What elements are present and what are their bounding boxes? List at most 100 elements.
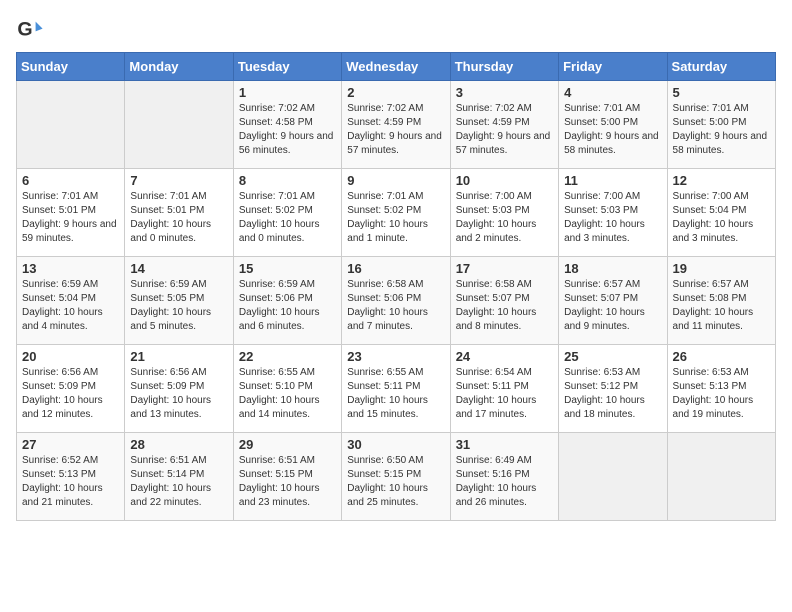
day-number: 29 — [239, 437, 336, 452]
day-info: Sunrise: 6:55 AM Sunset: 5:10 PM Dayligh… — [239, 366, 336, 422]
day-number: 5 — [673, 85, 770, 100]
calendar-cell: 11 Sunrise: 7:00 AM Sunset: 5:03 PM Dayli… — [559, 169, 667, 257]
day-info: Sunrise: 7:01 AM Sunset: 5:02 PM Dayligh… — [347, 190, 444, 246]
day-info: Sunrise: 6:58 AM Sunset: 5:06 PM Dayligh… — [347, 278, 444, 334]
calendar-cell: 22 Sunrise: 6:55 AM Sunset: 5:10 PM Dayli… — [233, 345, 341, 433]
day-number: 24 — [456, 349, 553, 364]
day-info: Sunrise: 7:00 AM Sunset: 5:04 PM Dayligh… — [673, 190, 770, 246]
calendar-cell: 20 Sunrise: 6:56 AM Sunset: 5:09 PM Dayli… — [17, 345, 125, 433]
day-info: Sunrise: 7:01 AM Sunset: 5:00 PM Dayligh… — [673, 102, 770, 158]
day-info: Sunrise: 6:52 AM Sunset: 5:13 PM Dayligh… — [22, 454, 119, 510]
calendar-cell: 25 Sunrise: 6:53 AM Sunset: 5:12 PM Dayli… — [559, 345, 667, 433]
day-number: 22 — [239, 349, 336, 364]
day-info: Sunrise: 6:59 AM Sunset: 5:06 PM Dayligh… — [239, 278, 336, 334]
calendar-cell: 23Sunrise: 6:55 AM Sunset: 5:11 PM Dayli… — [342, 345, 450, 433]
day-number: 7 — [130, 173, 227, 188]
calendar-cell: 2Sunrise: 7:02 AM Sunset: 4:59 PM Daylig… — [342, 81, 450, 169]
day-number: 20 — [22, 349, 119, 364]
day-number: 14 — [130, 261, 227, 276]
weekday-header-thursday: Thursday — [450, 53, 558, 81]
day-number: 25 — [564, 349, 661, 364]
svg-text:G: G — [17, 19, 32, 41]
day-info: Sunrise: 6:56 AM Sunset: 5:09 PM Dayligh… — [130, 366, 227, 422]
day-info: Sunrise: 6:59 AM Sunset: 5:05 PM Dayligh… — [130, 278, 227, 334]
weekday-header-tuesday: Tuesday — [233, 53, 341, 81]
day-number: 8 — [239, 173, 336, 188]
day-number: 4 — [564, 85, 661, 100]
day-info: Sunrise: 7:00 AM Sunset: 5:03 PM Dayligh… — [564, 190, 661, 246]
calendar-cell: 1 Sunrise: 7:02 AM Sunset: 4:58 PM Daylig… — [233, 81, 341, 169]
day-info: Sunrise: 6:58 AM Sunset: 5:07 PM Dayligh… — [456, 278, 553, 334]
day-info: Sunrise: 6:50 AM Sunset: 5:15 PM Dayligh… — [347, 454, 444, 510]
calendar-cell: 27 Sunrise: 6:52 AM Sunset: 5:13 PM Dayli… — [17, 433, 125, 521]
calendar-week-row: 1 Sunrise: 7:02 AM Sunset: 4:58 PM Daylig… — [17, 81, 776, 169]
weekday-header-row: SundayMondayTuesdayWednesdayThursdayFrid… — [17, 53, 776, 81]
day-info: Sunrise: 6:49 AM Sunset: 5:16 PM Dayligh… — [456, 454, 553, 510]
day-number: 21 — [130, 349, 227, 364]
calendar-cell: 17Sunrise: 6:58 AM Sunset: 5:07 PM Dayli… — [450, 257, 558, 345]
calendar-week-row: 27 Sunrise: 6:52 AM Sunset: 5:13 PM Dayli… — [17, 433, 776, 521]
calendar-cell — [17, 81, 125, 169]
day-number: 18 — [564, 261, 661, 276]
calendar-cell: 10 Sunrise: 7:00 AM Sunset: 5:03 PM Dayli… — [450, 169, 558, 257]
day-number: 3 — [456, 85, 553, 100]
calendar-cell: 30 Sunrise: 6:50 AM Sunset: 5:15 PM Dayli… — [342, 433, 450, 521]
calendar-cell: 28 Sunrise: 6:51 AM Sunset: 5:14 PM Dayli… — [125, 433, 233, 521]
day-number: 2 — [347, 85, 444, 100]
day-info: Sunrise: 6:51 AM Sunset: 5:14 PM Dayligh… — [130, 454, 227, 510]
calendar-cell: 14 Sunrise: 6:59 AM Sunset: 5:05 PM Dayli… — [125, 257, 233, 345]
day-number: 11 — [564, 173, 661, 188]
calendar-cell: 4 Sunrise: 7:01 AM Sunset: 5:00 PM Daylig… — [559, 81, 667, 169]
calendar-week-row: 20 Sunrise: 6:56 AM Sunset: 5:09 PM Dayli… — [17, 345, 776, 433]
calendar-cell: 9 Sunrise: 7:01 AM Sunset: 5:02 PM Daylig… — [342, 169, 450, 257]
calendar-cell: 21 Sunrise: 6:56 AM Sunset: 5:09 PM Dayli… — [125, 345, 233, 433]
day-info: Sunrise: 7:02 AM Sunset: 4:59 PM Dayligh… — [456, 102, 553, 158]
day-info: Sunrise: 6:59 AM Sunset: 5:04 PM Dayligh… — [22, 278, 119, 334]
day-number: 6 — [22, 173, 119, 188]
day-number: 19 — [673, 261, 770, 276]
calendar-cell — [667, 433, 775, 521]
day-info: Sunrise: 6:56 AM Sunset: 5:09 PM Dayligh… — [22, 366, 119, 422]
calendar-cell: 24Sunrise: 6:54 AM Sunset: 5:11 PM Dayli… — [450, 345, 558, 433]
day-number: 30 — [347, 437, 444, 452]
day-number: 27 — [22, 437, 119, 452]
day-number: 12 — [673, 173, 770, 188]
day-info: Sunrise: 7:00 AM Sunset: 5:03 PM Dayligh… — [456, 190, 553, 246]
calendar-table: SundayMondayTuesdayWednesdayThursdayFrid… — [16, 52, 776, 521]
calendar-cell — [125, 81, 233, 169]
calendar-cell: 6 Sunrise: 7:01 AM Sunset: 5:01 PM Daylig… — [17, 169, 125, 257]
day-info: Sunrise: 7:01 AM Sunset: 5:01 PM Dayligh… — [130, 190, 227, 246]
weekday-header-monday: Monday — [125, 53, 233, 81]
day-number: 10 — [456, 173, 553, 188]
calendar-cell: 29Sunrise: 6:51 AM Sunset: 5:15 PM Dayli… — [233, 433, 341, 521]
day-info: Sunrise: 6:53 AM Sunset: 5:12 PM Dayligh… — [564, 366, 661, 422]
weekday-header-friday: Friday — [559, 53, 667, 81]
weekday-header-saturday: Saturday — [667, 53, 775, 81]
day-number: 28 — [130, 437, 227, 452]
day-number: 1 — [239, 85, 336, 100]
calendar-week-row: 6 Sunrise: 7:01 AM Sunset: 5:01 PM Daylig… — [17, 169, 776, 257]
calendar-cell: 26 Sunrise: 6:53 AM Sunset: 5:13 PM Dayli… — [667, 345, 775, 433]
day-number: 26 — [673, 349, 770, 364]
day-info: Sunrise: 7:01 AM Sunset: 5:02 PM Dayligh… — [239, 190, 336, 246]
calendar-cell: 5 Sunrise: 7:01 AM Sunset: 5:00 PM Daylig… — [667, 81, 775, 169]
day-info: Sunrise: 6:53 AM Sunset: 5:13 PM Dayligh… — [673, 366, 770, 422]
day-number: 31 — [456, 437, 553, 452]
calendar-cell: 8 Sunrise: 7:01 AM Sunset: 5:02 PM Daylig… — [233, 169, 341, 257]
day-number: 9 — [347, 173, 444, 188]
calendar-cell: 16Sunrise: 6:58 AM Sunset: 5:06 PM Dayli… — [342, 257, 450, 345]
day-info: Sunrise: 7:01 AM Sunset: 5:01 PM Dayligh… — [22, 190, 119, 246]
weekday-header-wednesday: Wednesday — [342, 53, 450, 81]
calendar-cell: 3 Sunrise: 7:02 AM Sunset: 4:59 PM Daylig… — [450, 81, 558, 169]
day-info: Sunrise: 7:02 AM Sunset: 4:58 PM Dayligh… — [239, 102, 336, 158]
calendar-cell: 13 Sunrise: 6:59 AM Sunset: 5:04 PM Dayli… — [17, 257, 125, 345]
day-info: Sunrise: 6:57 AM Sunset: 5:07 PM Dayligh… — [564, 278, 661, 334]
calendar-cell: 31 Sunrise: 6:49 AM Sunset: 5:16 PM Dayli… — [450, 433, 558, 521]
day-info: Sunrise: 7:01 AM Sunset: 5:00 PM Dayligh… — [564, 102, 661, 158]
day-info: Sunrise: 6:57 AM Sunset: 5:08 PM Dayligh… — [673, 278, 770, 334]
day-number: 23 — [347, 349, 444, 364]
day-number: 13 — [22, 261, 119, 276]
calendar-cell: 19 Sunrise: 6:57 AM Sunset: 5:08 PM Dayli… — [667, 257, 775, 345]
calendar-cell: 12 Sunrise: 7:00 AM Sunset: 5:04 PM Dayli… — [667, 169, 775, 257]
calendar-cell: 15Sunrise: 6:59 AM Sunset: 5:06 PM Dayli… — [233, 257, 341, 345]
